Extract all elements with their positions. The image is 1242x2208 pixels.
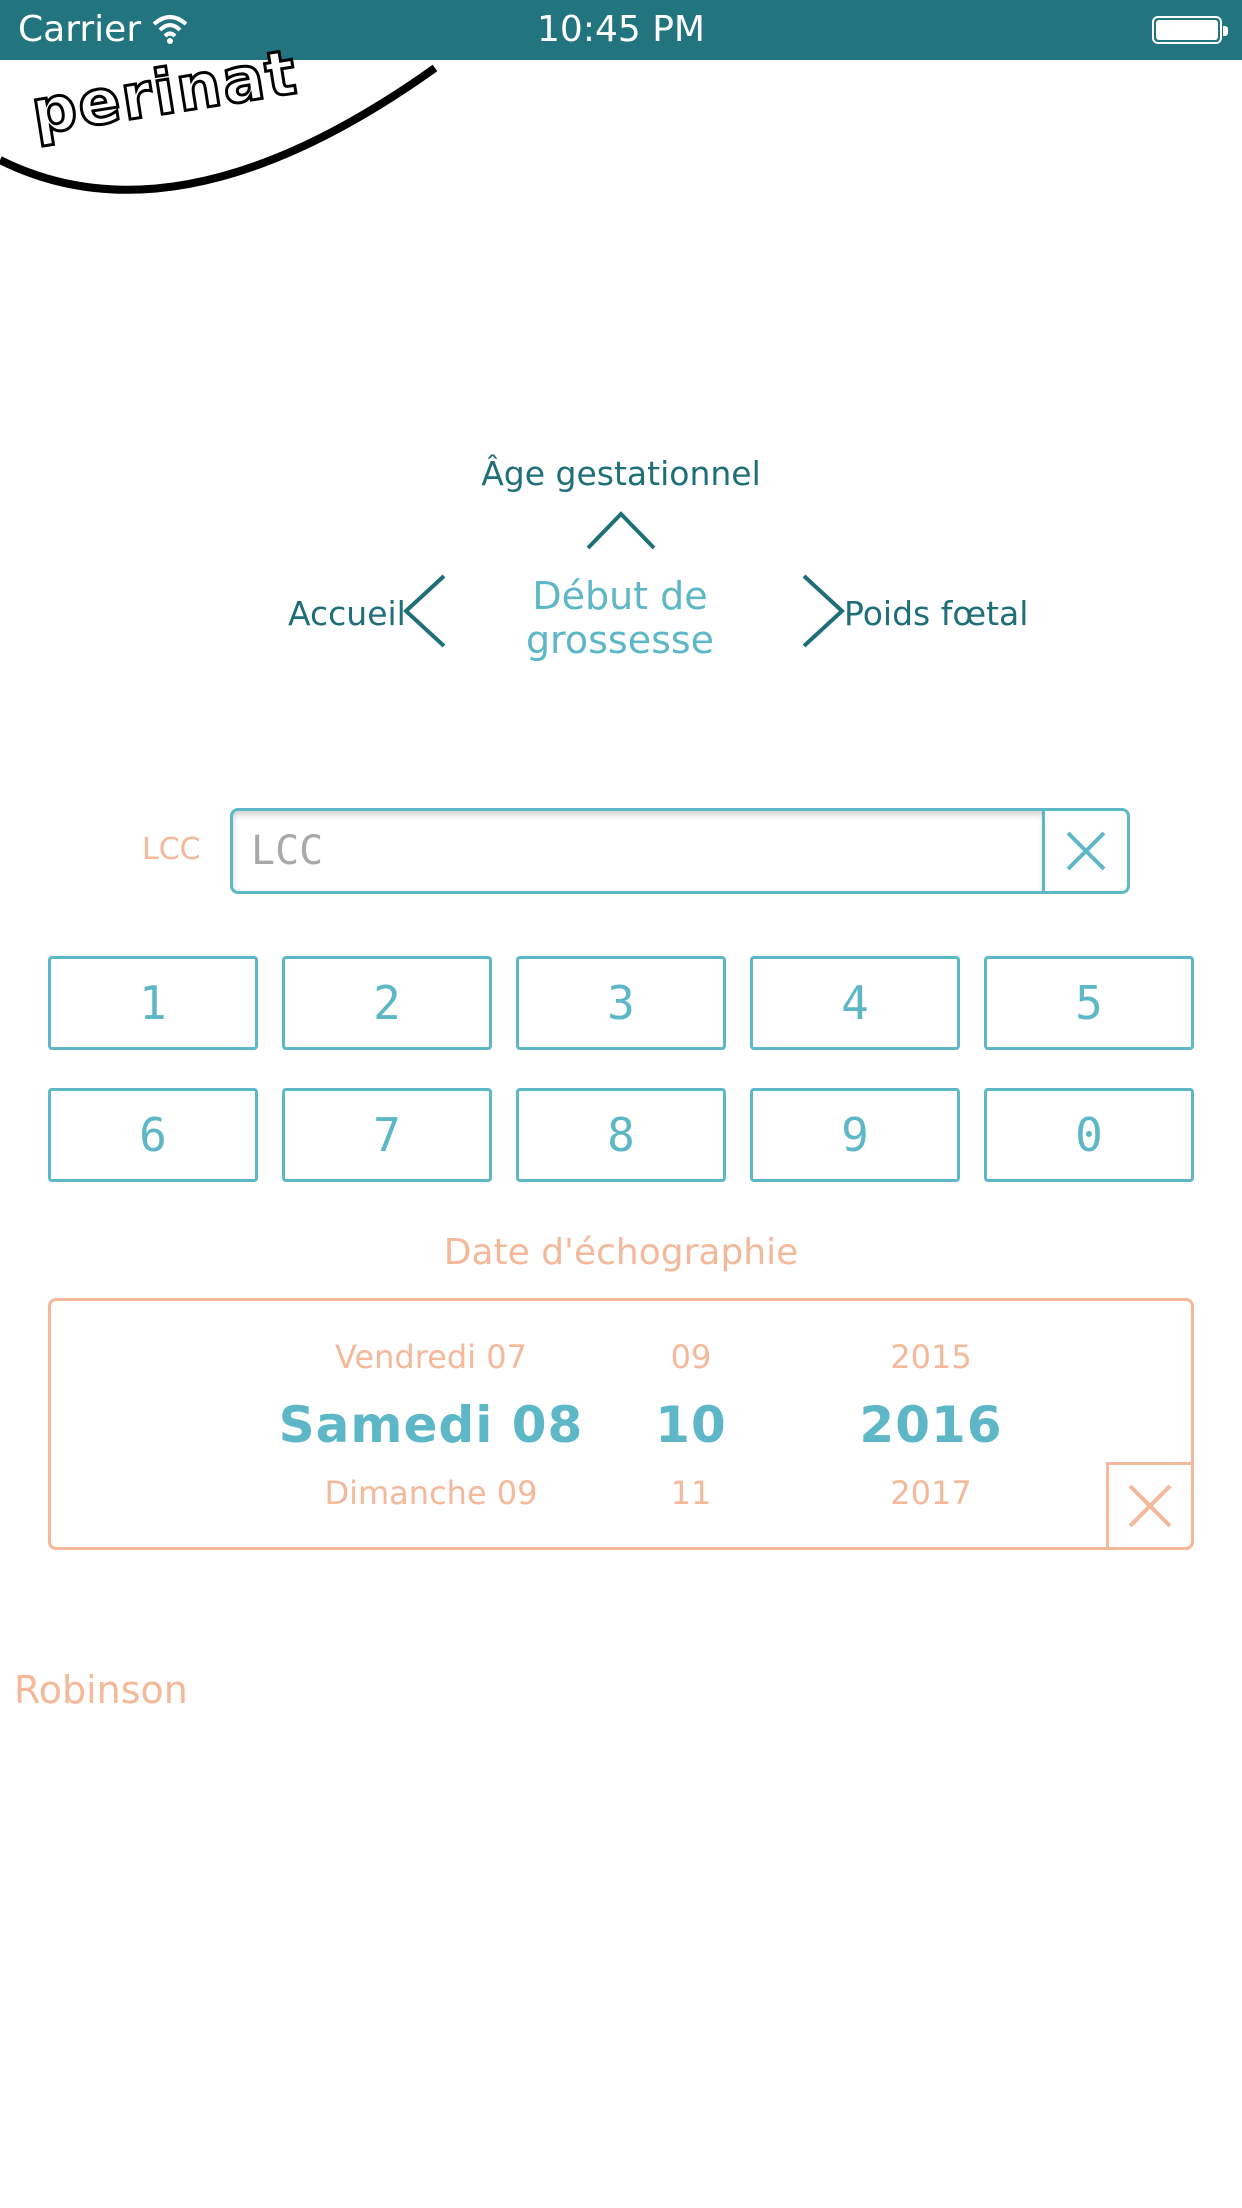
chevron-right-icon[interactable] <box>798 572 848 650</box>
chevron-left-icon[interactable] <box>400 572 450 650</box>
close-icon <box>1066 831 1106 871</box>
date-picker[interactable]: Vendredi 07 Samedi 08 Dimanche 09 09 10 … <box>48 1298 1194 1550</box>
picker-day-prev[interactable]: Vendredi 07 <box>201 1337 661 1377</box>
nav-current-line2: grossesse <box>525 618 715 662</box>
picker-year-selected[interactable]: 2016 <box>831 1377 1031 1473</box>
picker-month-prev[interactable]: 09 <box>611 1337 771 1377</box>
picker-month-selected[interactable]: 10 <box>611 1377 771 1473</box>
date-clear-button[interactable] <box>1106 1462 1194 1550</box>
lcc-input[interactable] <box>233 811 1044 891</box>
keypad-key-2[interactable]: 2 <box>282 956 492 1050</box>
keypad-key-3[interactable]: 3 <box>516 956 726 1050</box>
picker-day-column[interactable]: Vendredi 07 Samedi 08 Dimanche 09 <box>201 1337 661 1513</box>
clock: 10:45 PM <box>537 9 705 50</box>
date-title: Date d'échographie <box>443 1232 799 1273</box>
picker-year-prev[interactable]: 2015 <box>831 1337 1031 1377</box>
nav-current-title: Début de grossesse <box>470 574 770 662</box>
keypad-key-5[interactable]: 5 <box>984 956 1194 1050</box>
picker-year-column[interactable]: 2015 2016 2017 <box>831 1337 1031 1513</box>
keypad-key-9[interactable]: 9 <box>750 1088 960 1182</box>
keypad-key-6[interactable]: 6 <box>48 1088 258 1182</box>
nav-right-label[interactable]: Poids fœtal <box>844 594 1028 633</box>
battery-icon <box>1152 16 1228 44</box>
lcc-input-wrapper <box>230 808 1044 894</box>
keypad-key-8[interactable]: 8 <box>516 1088 726 1182</box>
method-label: Robinson <box>14 1668 188 1712</box>
nav-left-label[interactable]: Accueil <box>288 594 406 633</box>
nav-current-line1: Début de <box>532 574 708 618</box>
keypad-key-4[interactable]: 4 <box>750 956 960 1050</box>
close-icon <box>1128 1484 1172 1528</box>
chevron-up-icon[interactable] <box>584 508 658 552</box>
lcc-label: LCC <box>142 832 201 867</box>
keypad-key-0[interactable]: 0 <box>984 1088 1194 1182</box>
lcc-clear-button[interactable] <box>1042 808 1130 894</box>
app-logo: perinat <box>0 33 440 210</box>
picker-month-column[interactable]: 09 10 11 <box>611 1337 771 1513</box>
nav-up-label[interactable]: Âge gestationnel <box>0 454 1242 493</box>
picker-day-selected[interactable]: Samedi 08 <box>201 1377 661 1473</box>
keypad-key-1[interactable]: 1 <box>48 956 258 1050</box>
picker-month-next[interactable]: 11 <box>611 1473 771 1513</box>
keypad-key-7[interactable]: 7 <box>282 1088 492 1182</box>
picker-day-next[interactable]: Dimanche 09 <box>201 1473 661 1513</box>
picker-year-next[interactable]: 2017 <box>831 1473 1031 1513</box>
